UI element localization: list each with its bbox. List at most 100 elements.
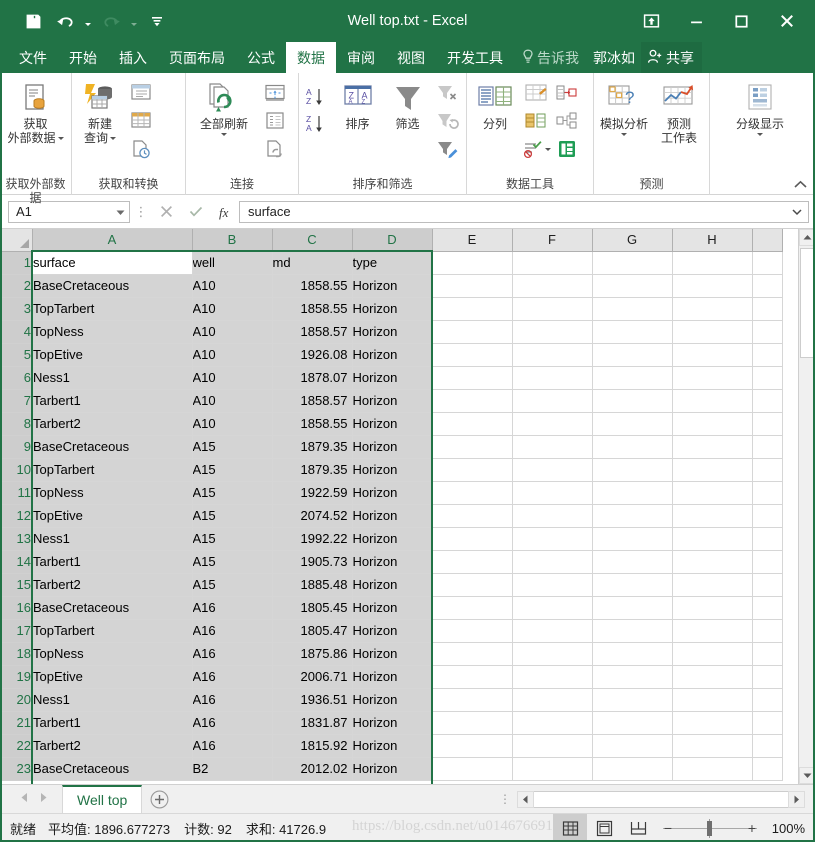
- row-header-13[interactable]: 13: [0, 527, 33, 551]
- cell-C8[interactable]: 1858.55: [272, 412, 353, 436]
- status-sum[interactable]: 求和: 41726.9: [246, 819, 326, 838]
- cell-A11[interactable]: TopNess: [32, 481, 193, 505]
- cell-empty[interactable]: [432, 527, 513, 551]
- cell-empty[interactable]: [592, 504, 673, 528]
- cell-B16[interactable]: A16: [192, 596, 273, 620]
- scroll-right-button[interactable]: [788, 790, 805, 808]
- filter-button[interactable]: 筛选: [383, 78, 432, 134]
- row-header-14[interactable]: 14: [0, 550, 33, 574]
- cell-empty[interactable]: [512, 596, 593, 620]
- cell-D15[interactable]: Horizon: [352, 573, 433, 597]
- cell-C18[interactable]: 1875.86: [272, 642, 353, 666]
- cell-empty[interactable]: [752, 389, 783, 413]
- cell-D21[interactable]: Horizon: [352, 711, 433, 735]
- cell-C15[interactable]: 1885.48: [272, 573, 353, 597]
- show-queries-button[interactable]: [126, 80, 156, 106]
- zoom-out-button[interactable]: −: [659, 814, 677, 842]
- cell-empty[interactable]: [672, 366, 753, 390]
- cell-empty[interactable]: [672, 688, 753, 712]
- edit-links-button[interactable]: [260, 136, 290, 162]
- cell-empty[interactable]: [592, 412, 673, 436]
- cell-empty[interactable]: [432, 734, 513, 758]
- cell-empty[interactable]: [752, 573, 783, 597]
- row-header-9[interactable]: 9: [0, 435, 33, 459]
- cell-C10[interactable]: 1879.35: [272, 458, 353, 482]
- zoom-in-button[interactable]: +: [743, 814, 761, 842]
- chevron-down-icon[interactable]: [221, 133, 227, 136]
- row-header-7[interactable]: 7: [0, 389, 33, 413]
- cell-B20[interactable]: A16: [192, 688, 273, 712]
- insert-function-icon[interactable]: fx: [210, 201, 239, 223]
- cell-B9[interactable]: A15: [192, 435, 273, 459]
- cell-empty[interactable]: [752, 435, 783, 459]
- enter-icon[interactable]: [181, 201, 210, 223]
- cell-empty[interactable]: [512, 527, 593, 551]
- cell-C22[interactable]: 1815.92: [272, 734, 353, 758]
- cell-empty[interactable]: [432, 619, 513, 643]
- vertical-scrollbar[interactable]: [798, 229, 815, 784]
- cell-C6[interactable]: 1878.07: [272, 366, 353, 390]
- cell-A17[interactable]: TopTarbert: [32, 619, 193, 643]
- cell-A13[interactable]: Ness1: [32, 527, 193, 551]
- cell-empty[interactable]: [592, 596, 673, 620]
- column-header-F[interactable]: F: [512, 229, 593, 252]
- cell-A16[interactable]: BaseCretaceous: [32, 596, 193, 620]
- cell-empty[interactable]: [512, 711, 593, 735]
- cell-empty[interactable]: [752, 619, 783, 643]
- manage-data-model-button[interactable]: [552, 136, 582, 162]
- cell-B10[interactable]: A15: [192, 458, 273, 482]
- cell-empty[interactable]: [592, 274, 673, 298]
- cell-empty[interactable]: [592, 435, 673, 459]
- cell-C13[interactable]: 1992.22: [272, 527, 353, 551]
- cell-A7[interactable]: Tarbert1: [32, 389, 193, 413]
- cell-empty[interactable]: [752, 734, 783, 758]
- cell-B17[interactable]: A16: [192, 619, 273, 643]
- cell-A19[interactable]: TopEtive: [32, 665, 193, 689]
- cell-empty[interactable]: [512, 665, 593, 689]
- tab-page-layout[interactable]: 页面布局: [158, 42, 236, 73]
- cell-A3[interactable]: TopTarbert: [32, 297, 193, 321]
- tab-developer[interactable]: 开发工具: [436, 42, 514, 73]
- row-header-4[interactable]: 4: [0, 320, 33, 344]
- column-header-H[interactable]: H: [672, 229, 753, 252]
- cell-empty[interactable]: [432, 665, 513, 689]
- cell-empty[interactable]: [512, 274, 593, 298]
- cell-empty[interactable]: [752, 274, 783, 298]
- cell-empty[interactable]: [512, 343, 593, 367]
- cell-empty[interactable]: [752, 688, 783, 712]
- cell-empty[interactable]: [432, 435, 513, 459]
- vertical-scroll-thumb[interactable]: [800, 248, 814, 358]
- connections-button[interactable]: [260, 80, 290, 106]
- cell-D22[interactable]: Horizon: [352, 734, 433, 758]
- reapply-filter-button[interactable]: [433, 108, 463, 134]
- cell-empty[interactable]: [592, 757, 673, 781]
- sort-descending-button[interactable]: ZA: [302, 111, 332, 137]
- cell-B3[interactable]: A10: [192, 297, 273, 321]
- cell-empty[interactable]: [752, 320, 783, 344]
- row-header-23[interactable]: 23: [0, 757, 33, 781]
- cell-empty[interactable]: [672, 389, 753, 413]
- column-header-C[interactable]: C: [272, 229, 353, 252]
- cell-empty[interactable]: [512, 688, 593, 712]
- cell-B1[interactable]: well: [192, 251, 273, 275]
- restore-icon[interactable]: [719, 0, 764, 42]
- sort-ascending-button[interactable]: AZ: [302, 84, 332, 110]
- expand-formula-bar-icon[interactable]: [792, 204, 802, 219]
- cell-C5[interactable]: 1926.08: [272, 343, 353, 367]
- collapse-ribbon-icon[interactable]: [791, 176, 809, 192]
- cell-D20[interactable]: Horizon: [352, 688, 433, 712]
- column-header-E[interactable]: E: [432, 229, 513, 252]
- cell-C4[interactable]: 1858.57: [272, 320, 353, 344]
- cell-empty[interactable]: [512, 504, 593, 528]
- cell-D11[interactable]: Horizon: [352, 481, 433, 505]
- cell-D2[interactable]: Horizon: [352, 274, 433, 298]
- cell-empty[interactable]: [432, 412, 513, 436]
- consolidate-button[interactable]: [552, 80, 582, 106]
- redo-dropdown-icon[interactable]: [128, 7, 140, 35]
- cell-B6[interactable]: A10: [192, 366, 273, 390]
- cell-B12[interactable]: A15: [192, 504, 273, 528]
- chevron-down-icon[interactable]: [57, 136, 64, 140]
- cell-empty[interactable]: [672, 642, 753, 666]
- cell-empty[interactable]: [432, 757, 513, 781]
- cell-B18[interactable]: A16: [192, 642, 273, 666]
